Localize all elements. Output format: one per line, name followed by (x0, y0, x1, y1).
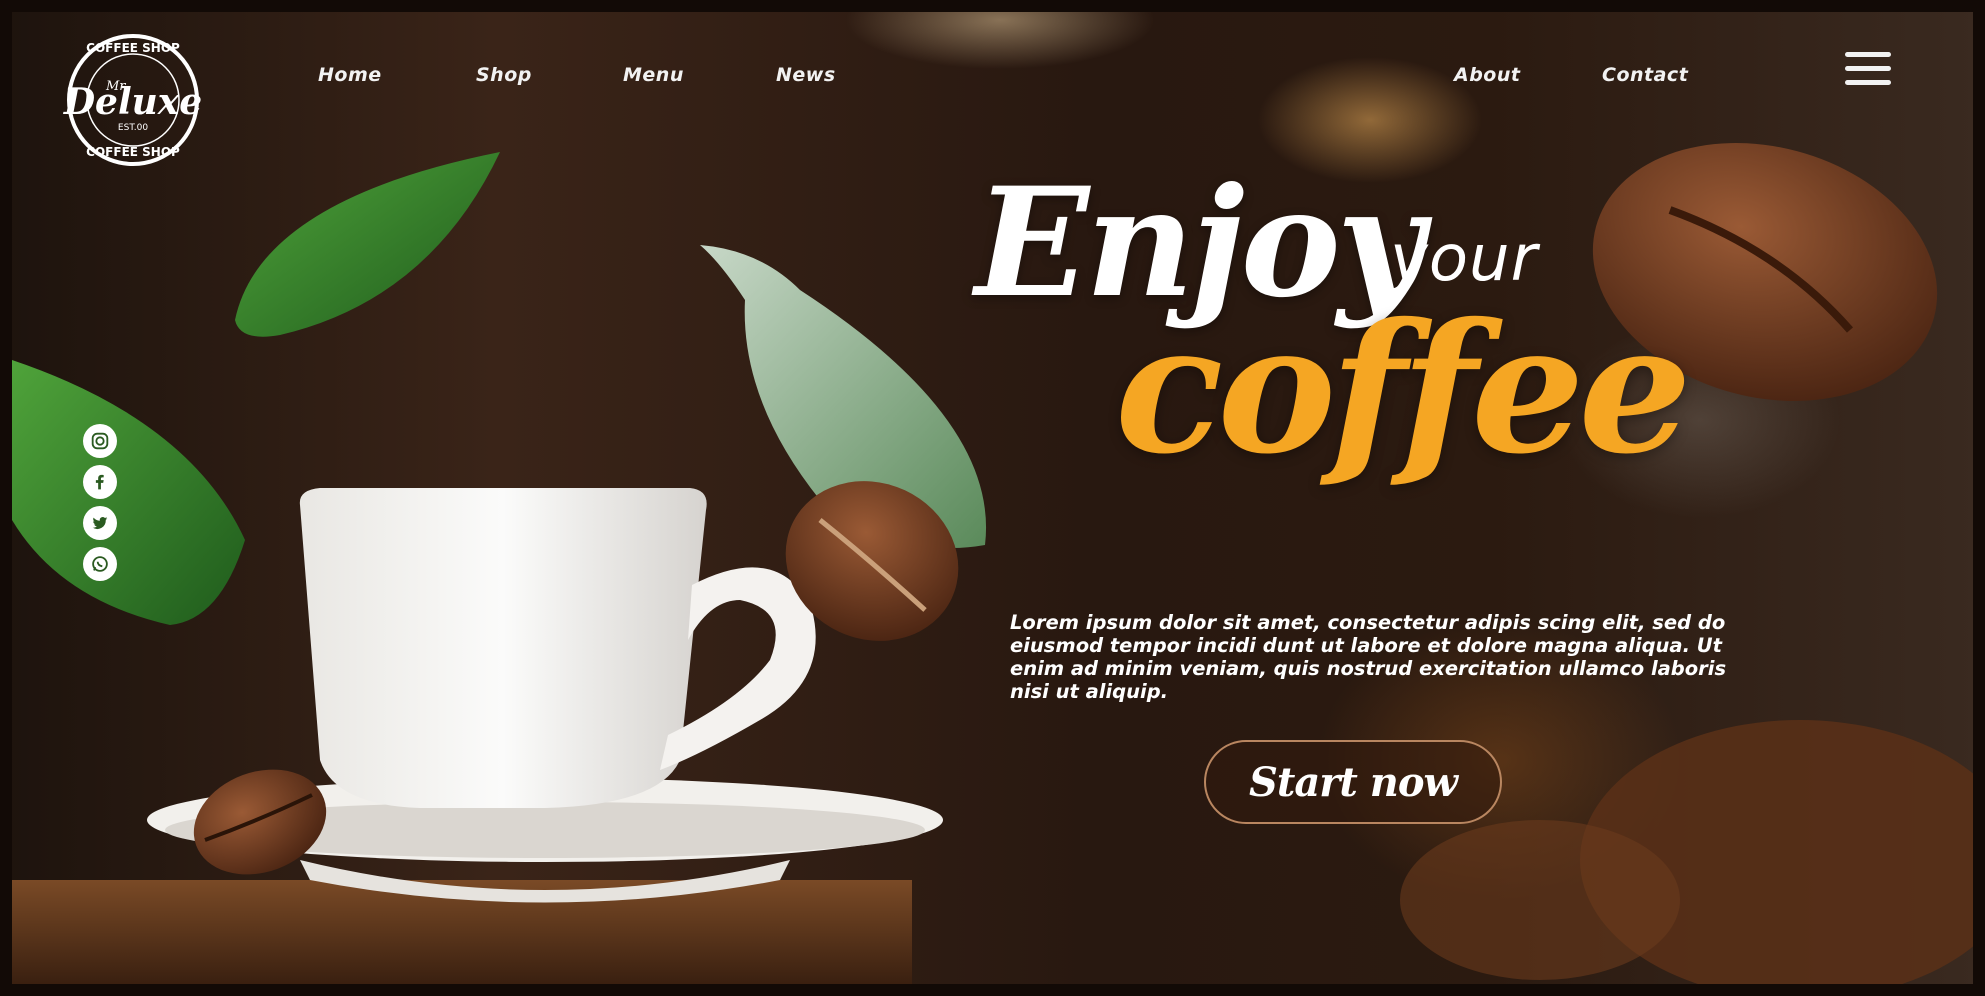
instagram-icon[interactable] (83, 424, 117, 458)
nav-shop[interactable]: Shop (476, 64, 532, 86)
brand-logo[interactable]: COFFEE SHOP Mr Deluxe EST.00 COFFEE SHOP (40, 32, 226, 168)
hamburger-icon[interactable] (1845, 52, 1891, 96)
nav-about[interactable]: About (1454, 64, 1520, 86)
logo-bottom-text: COFFEE SHOP (86, 145, 180, 159)
headline-coffee: coffee (1115, 284, 1692, 493)
coffee-cup (299, 488, 707, 808)
twitter-icon[interactable] (83, 506, 117, 540)
landing-page: COFFEE SHOP Mr Deluxe EST.00 COFFEE SHOP… (0, 0, 1985, 996)
logo-main: Deluxe (63, 81, 202, 123)
nav-home[interactable]: Home (318, 64, 382, 86)
leaf (12, 360, 245, 625)
leaf (235, 152, 500, 337)
logo-top-text: COFFEE SHOP (86, 41, 180, 55)
nav-contact[interactable]: Contact (1602, 64, 1688, 86)
logo-est: EST.00 (118, 123, 148, 133)
start-now-button[interactable]: Start now (1204, 740, 1502, 824)
whatsapp-icon[interactable] (83, 547, 117, 581)
hero-description: Lorem ipsum dolor sit amet, consectetur … (1010, 611, 1727, 703)
facebook-icon[interactable] (83, 465, 117, 499)
hero-illustration (12, 143, 1985, 996)
nav-menu[interactable]: Menu (623, 64, 684, 86)
nav-news[interactable]: News (776, 64, 836, 86)
